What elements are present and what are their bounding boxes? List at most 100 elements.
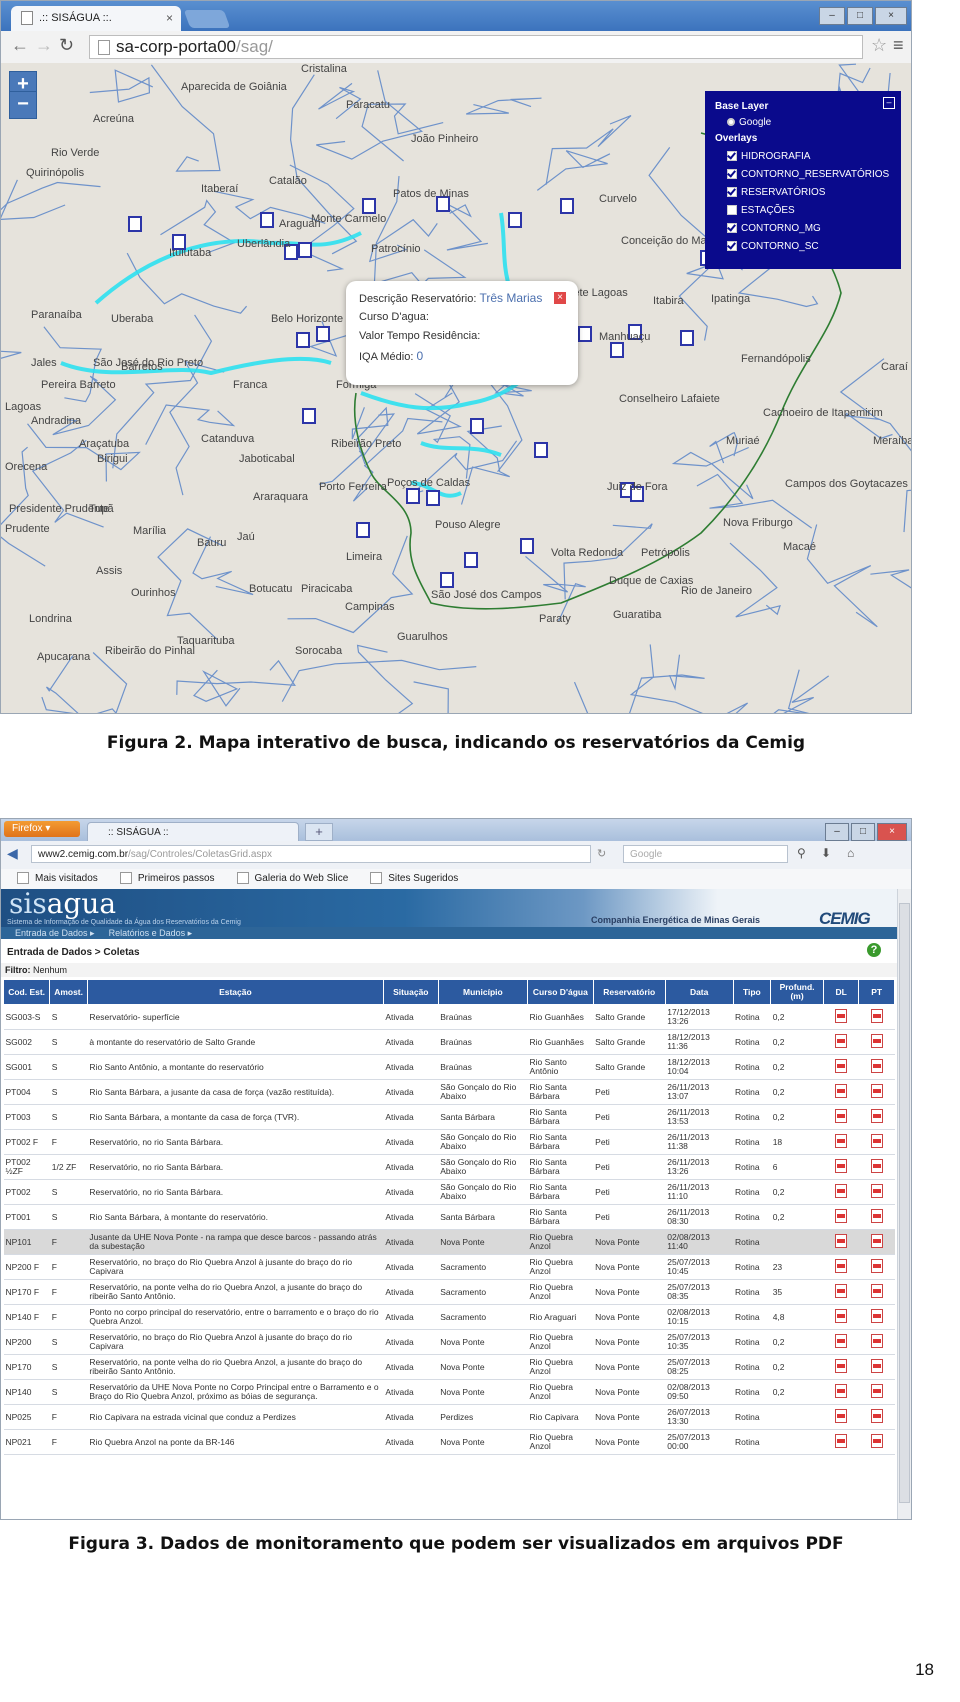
table-row[interactable]: PT003 S Rio Santa Bárbara, a montante da c… xyxy=(3,1104,895,1130)
pdf-icon[interactable] xyxy=(835,1084,848,1098)
minimize-icon[interactable]: – xyxy=(825,823,849,841)
column-header[interactable]: Cod. Est. xyxy=(2,979,51,1005)
table-row[interactable]: NP170 F F Reservatório, na ponte velha do … xyxy=(3,1279,895,1305)
base-layer-google[interactable]: Google xyxy=(727,117,771,128)
column-header[interactable]: Situação xyxy=(382,979,439,1005)
table-row[interactable]: PT002 ½ZF 1/2 ZF Reservatório, no rio Sant… xyxy=(3,1154,895,1180)
pdf-icon[interactable] xyxy=(870,1059,883,1073)
pdf-icon[interactable] xyxy=(835,1409,848,1423)
zoom-out-button[interactable]: − xyxy=(9,91,37,119)
pdf-icon[interactable] xyxy=(835,1059,848,1073)
column-header[interactable]: Data xyxy=(664,979,734,1005)
pdf-icon[interactable] xyxy=(835,1034,848,1048)
column-header[interactable]: Tipo xyxy=(732,979,772,1005)
table-row[interactable]: SG002 Sà montante do reservatório de Salt… xyxy=(3,1029,895,1055)
pdf-icon[interactable] xyxy=(870,1234,883,1248)
interactive-map[interactable]: Aparecida de Goiânia Cristalina Acreúna Par… xyxy=(1,63,911,713)
pdf-icon[interactable] xyxy=(870,1409,883,1423)
help-icon[interactable]: ? xyxy=(867,943,881,957)
checkbox-checked-icon[interactable] xyxy=(727,241,737,252)
overlay-option[interactable]: HIDROGRAFIA xyxy=(727,151,810,162)
table-row[interactable]: PT001 S Rio Santa Bárbara, à montante do r… xyxy=(3,1204,895,1230)
radio-icon[interactable] xyxy=(727,118,735,127)
table-row[interactable]: NP170 S Reservatório, na ponte velha do ri… xyxy=(3,1354,895,1380)
pdf-icon[interactable] xyxy=(835,1134,848,1148)
address-bar[interactable]: sa-corp-porta00/sag/ xyxy=(89,35,863,59)
table-row[interactable]: NP140 F F Ponto no corpo principal do rese… xyxy=(3,1304,895,1330)
pdf-icon[interactable] xyxy=(835,1309,848,1323)
bookmark-star-icon[interactable]: ☆ xyxy=(871,35,887,56)
pdf-icon[interactable] xyxy=(835,1184,848,1198)
minimize-panel-icon[interactable]: – xyxy=(883,97,895,109)
browser-tab[interactable]: :: SISÁGUA :: xyxy=(87,822,299,841)
pdf-icon[interactable] xyxy=(870,1109,883,1123)
overlay-option[interactable]: CONTORNO_SC xyxy=(727,241,819,252)
checkbox-checked-icon[interactable] xyxy=(727,223,737,234)
close-tab-icon[interactable]: × xyxy=(166,6,173,31)
forward-icon[interactable]: → xyxy=(35,35,53,56)
table-row[interactable]: SG001 S Rio Santo Antônio, a montante do r… xyxy=(3,1054,895,1080)
close-popup-icon[interactable]: × xyxy=(554,292,566,304)
pdf-icon[interactable] xyxy=(870,1084,883,1098)
pdf-icon[interactable] xyxy=(870,1034,883,1048)
close-window-icon[interactable]: × xyxy=(877,823,907,841)
menu-item[interactable]: Entrada de Dados ▸ xyxy=(15,928,95,938)
pdf-icon[interactable] xyxy=(835,1259,848,1273)
table-row[interactable]: NP140 S Reservatório da UHE Nova Ponte no … xyxy=(3,1379,895,1405)
overlay-option[interactable]: ESTAÇÕES xyxy=(727,205,795,216)
checkbox-checked-icon[interactable] xyxy=(727,169,737,180)
maximize-icon[interactable]: □ xyxy=(847,7,873,25)
pdf-icon[interactable] xyxy=(870,1434,883,1448)
back-icon[interactable]: ← xyxy=(11,35,29,56)
overlay-option[interactable]: CONTORNO_MG xyxy=(727,223,821,234)
column-header[interactable]: Amost. xyxy=(49,979,88,1005)
overlay-option[interactable]: CONTORNO_RESERVATÓRIOS xyxy=(727,169,889,180)
pdf-icon[interactable] xyxy=(835,1359,848,1373)
vertical-scrollbar[interactable] xyxy=(897,889,911,1519)
pdf-icon[interactable] xyxy=(870,1159,883,1173)
pdf-icon[interactable] xyxy=(835,1209,848,1223)
table-row[interactable]: PT004 S Rio Santa Bárbara, a jusante da ca… xyxy=(3,1079,895,1105)
pdf-icon[interactable] xyxy=(870,1134,883,1148)
menu-item[interactable]: Relatórios e Dados ▸ xyxy=(109,928,193,938)
table-row[interactable]: PT002 F F Reservatório, no rio Santa Bárba… xyxy=(3,1129,895,1155)
pdf-icon[interactable] xyxy=(835,1284,848,1298)
checkbox-checked-icon[interactable] xyxy=(727,187,737,198)
table-row[interactable]: NP101 F Jusante da UHE Nova Ponte - na ram… xyxy=(3,1229,895,1255)
search-icon[interactable]: ⚲ xyxy=(797,846,806,860)
bookmark-item[interactable]: Primeiros passos xyxy=(112,872,215,885)
new-tab-button[interactable] xyxy=(183,10,231,28)
pdf-icon[interactable] xyxy=(835,1434,848,1448)
column-header[interactable]: Profund. (m) xyxy=(770,979,824,1005)
pdf-icon[interactable] xyxy=(870,1309,883,1323)
pdf-icon[interactable] xyxy=(835,1009,848,1023)
pdf-icon[interactable] xyxy=(870,1284,883,1298)
column-header[interactable]: Município xyxy=(437,979,529,1005)
bookmark-item[interactable]: Mais visitados xyxy=(9,872,98,885)
firefox-menu-button[interactable]: Firefox ▾ xyxy=(4,821,80,837)
pdf-icon[interactable] xyxy=(870,1009,883,1023)
pdf-icon[interactable] xyxy=(870,1359,883,1373)
address-bar[interactable]: www2.cemig.com.br/sag/Controles/ColetasG… xyxy=(31,845,591,863)
pdf-icon[interactable] xyxy=(835,1109,848,1123)
column-header[interactable]: PT xyxy=(858,979,895,1005)
pdf-icon[interactable] xyxy=(870,1384,883,1398)
column-header[interactable]: Curso D'água xyxy=(527,979,594,1005)
back-icon[interactable]: ◀ xyxy=(7,845,18,862)
table-row[interactable]: NP200 F F Reservatório, no braço do Rio Qu… xyxy=(3,1254,895,1280)
pdf-icon[interactable] xyxy=(870,1259,883,1273)
pdf-icon[interactable] xyxy=(835,1384,848,1398)
downloads-icon[interactable]: ⬇ xyxy=(821,846,831,860)
column-header[interactable]: Reservatório xyxy=(592,979,666,1005)
pdf-icon[interactable] xyxy=(870,1184,883,1198)
pdf-icon[interactable] xyxy=(870,1209,883,1223)
browser-tab[interactable]: .:: SISÁGUA ::. × xyxy=(11,6,181,31)
bookmark-item[interactable]: Galeria do Web Slice xyxy=(229,872,348,885)
new-tab-button[interactable]: + xyxy=(305,823,333,841)
table-row[interactable]: SG003-S S Reservatório- superfície Ativada B… xyxy=(3,1004,895,1030)
pdf-icon[interactable] xyxy=(835,1334,848,1348)
column-header[interactable]: DL xyxy=(822,979,860,1005)
menu-icon[interactable]: ≡ xyxy=(893,35,904,56)
reload-icon[interactable]: ↻ xyxy=(59,35,74,56)
column-header[interactable]: Estação xyxy=(86,979,384,1005)
